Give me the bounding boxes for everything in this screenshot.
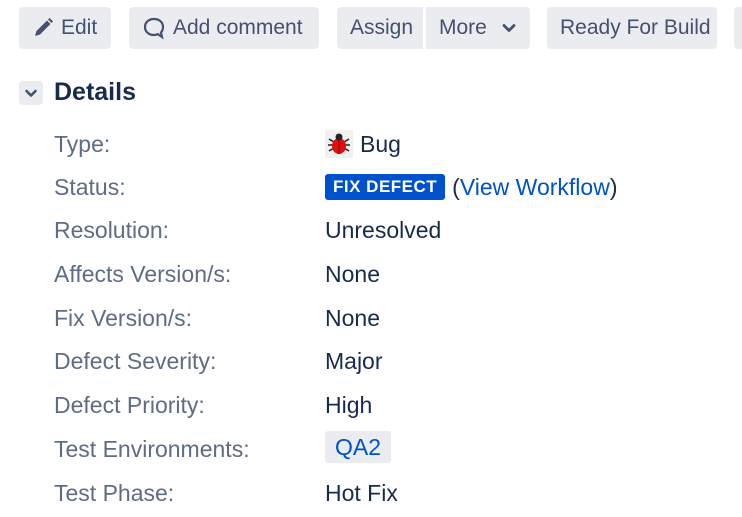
comment-icon <box>142 16 166 40</box>
details-section-header: Details <box>19 78 136 107</box>
defect-priority-value: High <box>325 392 373 418</box>
ready-for-build-button[interactable]: Ready For Build <box>547 7 717 49</box>
view-workflow-link[interactable]: View Workflow <box>460 169 610 205</box>
field-label: Status: <box>54 174 126 200</box>
paren-open: ( <box>452 174 460 200</box>
environment-tag[interactable]: QA2 <box>325 431 392 463</box>
chevron-down-icon <box>501 20 517 36</box>
field-label: Test Phase: <box>54 480 175 506</box>
field-value: FIX DEFECT (View Workflow) <box>325 169 618 205</box>
issue-toolbar: Edit Add comment Assign More Ready For B… <box>0 7 742 49</box>
add-comment-button[interactable]: Add comment <box>129 7 319 49</box>
resolution-value: Unresolved <box>325 217 442 243</box>
field-row-defect-severity: Defect Severity: Major <box>0 343 742 379</box>
bug-icon <box>325 130 353 158</box>
ready-for-build-button-label: Ready For Build <box>560 16 711 39</box>
field-row-fix-version: Fix Version/s: None <box>0 300 742 336</box>
field-label: Resolution: <box>54 217 170 243</box>
field-row-test-phase: Test Phase: Hot Fix <box>0 475 742 511</box>
more-button[interactable]: More <box>426 7 530 49</box>
field-row-test-environments: Test Environments: QA2 <box>0 431 742 467</box>
field-row-status: Status: FIX DEFECT (View Workflow) <box>0 169 742 205</box>
status-badge: FIX DEFECT <box>325 174 446 200</box>
field-label: Defect Severity: <box>54 348 217 374</box>
assign-button[interactable]: Assign <box>337 7 423 49</box>
field-row-type: Type: Bug <box>0 126 742 162</box>
edit-button[interactable]: Edit <box>19 7 111 49</box>
test-phase-value: Hot Fix <box>325 480 398 506</box>
field-label: Type: <box>54 131 111 157</box>
paren-close: ) <box>609 174 618 200</box>
affects-version-value: None <box>325 261 380 287</box>
pencil-icon <box>32 17 54 39</box>
field-row-defect-priority: Defect Priority: High <box>0 387 742 423</box>
field-label: Defect Priority: <box>54 392 205 418</box>
fix-version-value: None <box>325 305 380 331</box>
overflow-button[interactable] <box>734 7 742 49</box>
field-label: Test Environments: <box>54 436 250 462</box>
assign-button-label: Assign <box>350 16 414 39</box>
field-label: Affects Version/s: <box>54 261 232 287</box>
more-button-label: More <box>439 16 487 39</box>
defect-severity-value: Major <box>325 348 383 374</box>
field-value: QA2 <box>325 431 392 463</box>
field-row-resolution: Resolution: Unresolved <box>0 212 742 248</box>
field-value: Bug <box>325 126 401 162</box>
add-comment-button-label: Add comment <box>173 16 303 39</box>
chevron-down-icon <box>24 86 38 100</box>
field-label: Fix Version/s: <box>54 305 193 331</box>
details-title: Details <box>54 78 136 106</box>
collapse-toggle[interactable] <box>19 80 43 105</box>
edit-button-label: Edit <box>61 16 98 39</box>
field-row-affects-version: Affects Version/s: None <box>0 256 742 292</box>
type-value: Bug <box>360 131 401 157</box>
